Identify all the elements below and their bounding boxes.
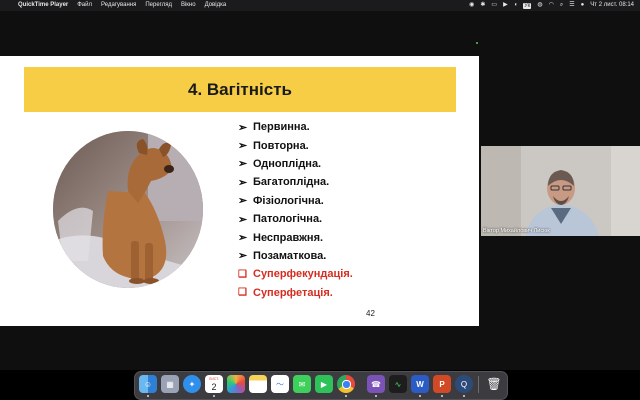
arrow-bullet-icon: ➢: [238, 140, 248, 153]
slide-bullet-item: ➢ Патологічна.: [238, 210, 353, 228]
activity-monitor-icon[interactable]: ∿: [389, 375, 407, 393]
sound-icon[interactable]: ◖: [514, 0, 518, 11]
launchpad-icon[interactable]: ▦: [161, 375, 179, 393]
slide-bullet-text: Багатоплідна.: [253, 176, 330, 189]
calendar-icon[interactable]: ЛИСТ. 2: [205, 375, 223, 393]
running-indicator: [463, 395, 465, 397]
messages-icon[interactable]: ✉: [293, 375, 311, 393]
slide-bullet-text: Суперфекундація.: [253, 268, 353, 281]
freeform-icon[interactable]: 〜: [271, 375, 289, 393]
slide-bullet-item: ➢ Одноплідна.: [238, 155, 353, 173]
powerpoint-icon[interactable]: P: [433, 375, 451, 393]
menu-window[interactable]: Вікно: [181, 0, 196, 11]
running-indicator: [419, 395, 421, 397]
arrow-bullet-icon: ➢: [238, 176, 248, 189]
slide-bullet-item: ➢ Несправжня.: [238, 228, 353, 246]
slide-bullet-text: Повторна.: [253, 139, 309, 152]
player-window-bottom: [0, 326, 640, 370]
word-icon[interactable]: W: [411, 375, 429, 393]
dock-separator: [478, 376, 479, 393]
slide-bullet-item: ❑ Суперфекундація.: [238, 265, 353, 283]
checkbox-bullet-icon: ❑: [238, 268, 247, 280]
search-icon[interactable]: ⌕: [560, 0, 563, 11]
checkbox-bullet-icon: ❑: [238, 287, 247, 299]
slide-title: 4. Вагітність: [188, 79, 292, 99]
running-indicator: [147, 395, 149, 397]
slide-bullet-text: Патологічна.: [253, 213, 323, 226]
control-center-icon[interactable]: ☰: [569, 0, 574, 11]
running-indicator: [441, 395, 443, 397]
recording-indicator: [476, 42, 478, 44]
menu-view[interactable]: Перегляд: [145, 0, 172, 11]
running-indicator: [213, 395, 215, 397]
slide-bullet-item: ➢ Фізіологічна.: [238, 192, 353, 210]
slide-page-number: 42: [366, 309, 375, 318]
slide-bullet-text: Позаматкова.: [253, 249, 327, 262]
slide-title-banner: 4. Вагітність: [24, 67, 456, 112]
slide-bullet-list: ➢ Первинна. ➢ Повторна. ➢ Одноплідна. ➢ Багатоп…: [238, 118, 353, 302]
dog-photo: [53, 131, 203, 288]
slide-bullet-text: Одноплідна.: [253, 157, 322, 170]
slide-bullet-item: ❑ Суперфетація.: [238, 284, 353, 302]
slide-bullet-text: Первинна.: [253, 121, 310, 134]
slide-bullet-item: ➢ Первинна.: [238, 118, 353, 136]
viber-icon[interactable]: ☎: [367, 375, 385, 393]
menu-help[interactable]: Довідка: [205, 0, 227, 11]
play-icon[interactable]: ▶: [503, 0, 508, 11]
status-area: ◉ ✱ ▭ ▶ ◖ УК ◍ ◠ ⌕ ☰ ● Чт 2 лист. 08:14: [469, 0, 634, 11]
clock[interactable]: Чт 2 лист. 08:14: [590, 0, 634, 11]
slide-bullet-item: ➢ Багатоплідна.: [238, 173, 353, 191]
siri-icon[interactable]: ●: [581, 0, 585, 11]
menu-edit[interactable]: Редагування: [101, 0, 136, 11]
slide-bullet-item: ➢ Повторна.: [238, 136, 353, 154]
slide-bullet-text: Суперфетація.: [253, 286, 333, 299]
menu-app-name[interactable]: QuickTime Player: [18, 0, 68, 11]
slide-bullet-text: Несправжня.: [253, 231, 324, 244]
arrow-bullet-icon: ➢: [238, 213, 248, 226]
menu-file[interactable]: Файл: [77, 0, 92, 11]
user-icon[interactable]: ◍: [537, 0, 542, 11]
dock: ☺ ▦ ✦ ЛИСТ. 2 〜 ✉ ▶ ☎ ∿ W P Q 🗑: [134, 371, 508, 400]
arrow-bullet-icon: ➢: [238, 158, 248, 171]
keyboard-layout-badge[interactable]: УК: [523, 2, 532, 9]
quicktime-icon[interactable]: Q: [455, 375, 473, 393]
wifi-icon[interactable]: ◠: [549, 0, 554, 11]
menu-bar: QuickTime Player Файл Редагування Перегл…: [0, 0, 640, 11]
running-indicator: [375, 395, 377, 397]
safari-icon[interactable]: ✦: [183, 375, 201, 393]
facetime-icon[interactable]: ▶: [315, 375, 333, 393]
arrow-bullet-icon: ➢: [238, 250, 248, 263]
arrow-bullet-icon: ➢: [238, 232, 248, 245]
participant-name: Віктор Михайлович Лисюк: [483, 228, 550, 234]
player-window-top: [0, 11, 640, 56]
calendar-day: 2: [211, 381, 217, 392]
photos-icon[interactable]: [227, 375, 245, 393]
bluetooth-icon[interactable]: ✱: [480, 0, 485, 11]
slide-bullet-item: ➢ Позаматкова.: [238, 247, 353, 265]
battery-icon[interactable]: ▭: [491, 0, 497, 11]
presentation-slide: 4. Вагітність ➢ Первинна. ➢ Повторна. ➢ …: [0, 56, 479, 326]
webcam-video: Віктор Михайлович Лисюк: [481, 146, 640, 236]
trash-icon[interactable]: 🗑: [485, 375, 503, 393]
slide-bullet-text: Фізіологічна.: [253, 194, 324, 207]
arrow-bullet-icon: ➢: [238, 195, 248, 208]
chrome-icon[interactable]: [337, 375, 355, 393]
arrow-bullet-icon: ➢: [238, 121, 248, 134]
running-indicator: [345, 395, 347, 397]
finder-icon[interactable]: ☺: [139, 375, 157, 393]
notes-icon[interactable]: [249, 375, 267, 393]
record-icon[interactable]: ◉: [469, 0, 474, 11]
